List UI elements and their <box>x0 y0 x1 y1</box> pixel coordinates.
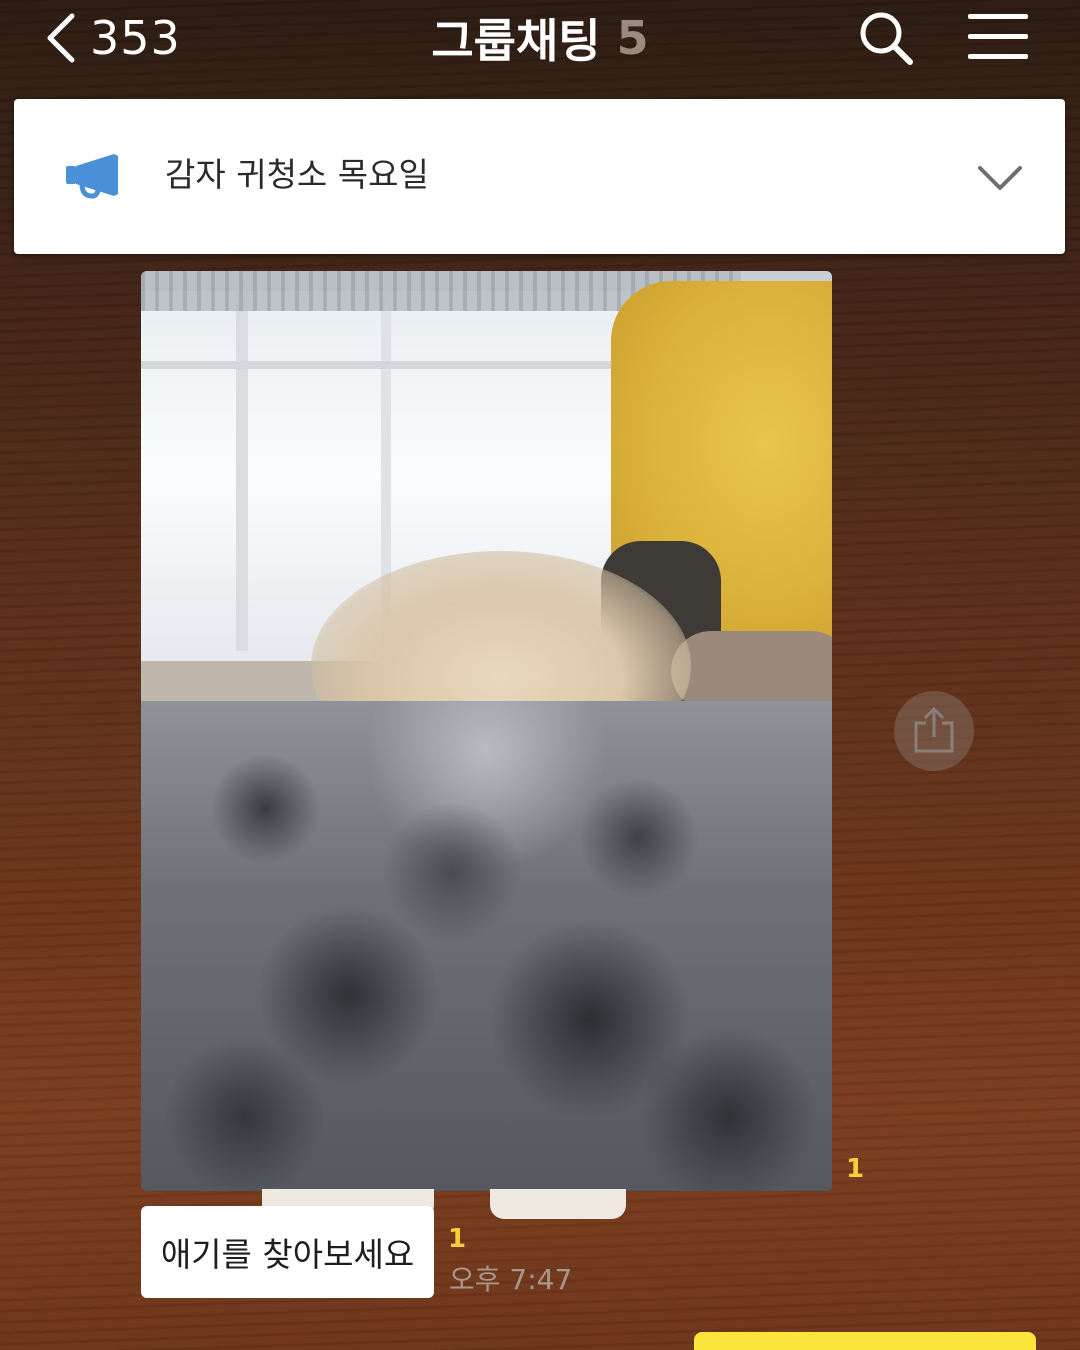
notice-text: 감자 귀청소 목요일 <box>165 155 429 194</box>
chevron-down-icon[interactable] <box>976 160 1024 194</box>
photo-content <box>671 631 832 711</box>
chevron-left-icon <box>47 13 75 63</box>
message-text: 애기를 찾아보세요 <box>160 1235 415 1274</box>
photo-message[interactable] <box>141 271 832 1191</box>
hamburger-menu-icon <box>968 14 1028 19</box>
search-icon <box>860 12 913 65</box>
photo-decoration <box>490 1189 626 1219</box>
chat-header: 353 그룹채팅 5 <box>0 0 1080 82</box>
share-button[interactable] <box>894 691 974 771</box>
search-button[interactable] <box>856 8 916 68</box>
menu-button[interactable] <box>968 10 1030 62</box>
chat-title: 그룹채팅 <box>431 14 601 68</box>
my-message-bubble[interactable] <box>694 1332 1036 1350</box>
unread-count: 1 <box>846 1154 865 1184</box>
message-bubble[interactable]: 애기를 찾아보세요 <box>141 1206 434 1298</box>
photo-content <box>141 701 832 1191</box>
message-time: 오후 7:47 <box>449 1263 573 1296</box>
share-icon <box>914 706 954 753</box>
photo-content <box>236 291 248 651</box>
back-button[interactable]: 353 <box>40 6 181 70</box>
member-count: 5 <box>616 11 649 65</box>
megaphone-icon <box>66 154 118 199</box>
hamburger-menu-icon <box>968 54 1028 59</box>
hamburger-menu-icon <box>968 34 1028 39</box>
unread-chats-count: 353 <box>90 11 181 65</box>
unread-count: 1 <box>448 1224 467 1254</box>
